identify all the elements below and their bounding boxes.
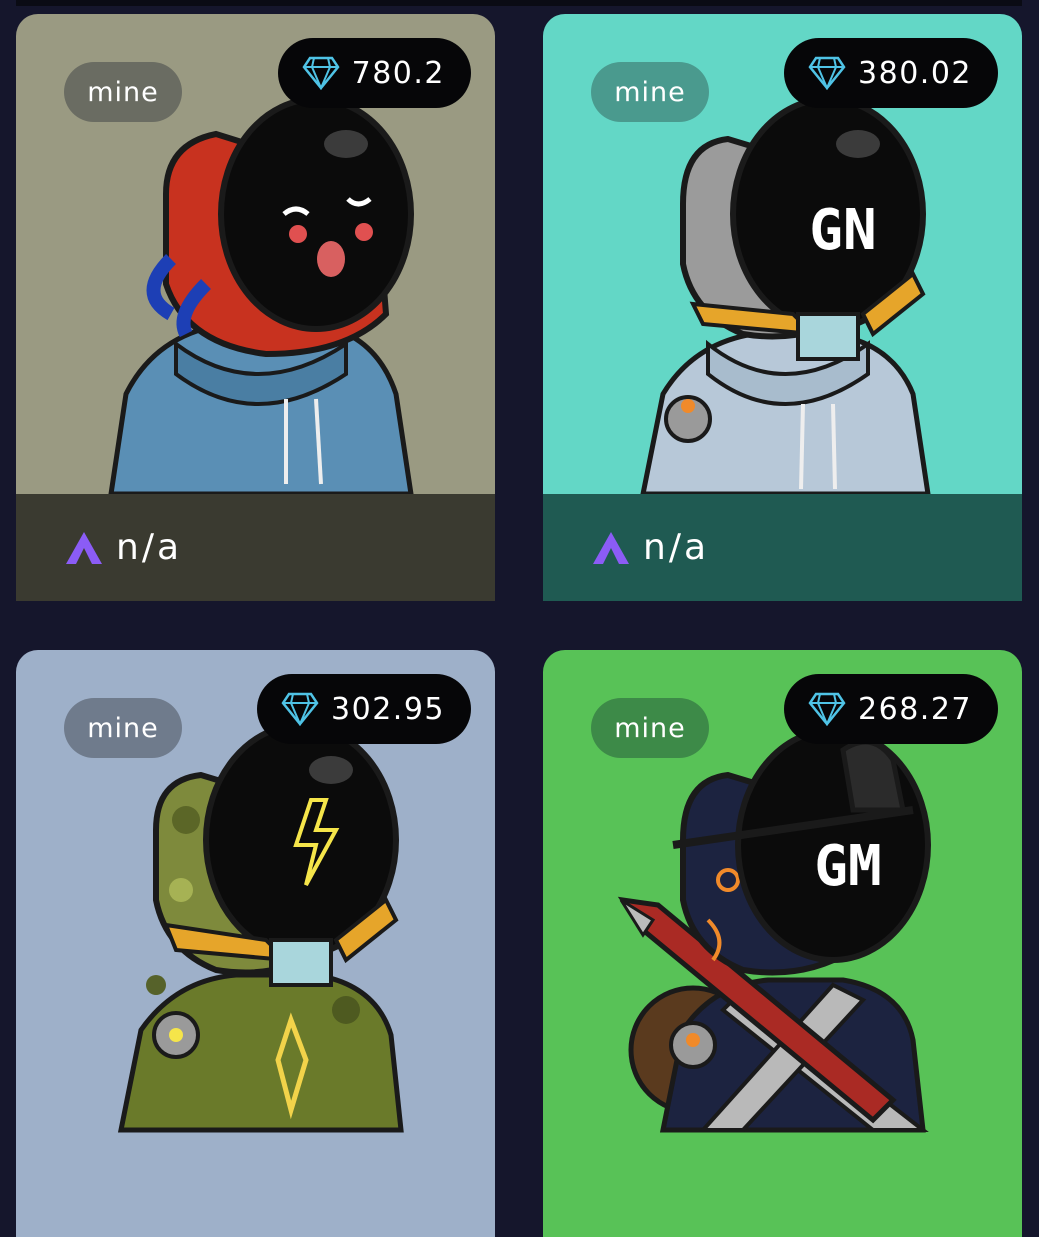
diamond-icon — [808, 692, 846, 726]
price-value: 302.95 — [331, 691, 445, 727]
price-badge: 780.2 — [277, 38, 471, 108]
diamond-icon — [808, 56, 846, 90]
price-badge: 302.95 — [257, 674, 471, 744]
nft-card[interactable]: mine 780.2 n/a — [16, 14, 495, 601]
diamond-icon — [281, 692, 319, 726]
top-bar — [16, 0, 1022, 6]
mine-badge: mine — [64, 62, 182, 122]
mine-badge: mine — [591, 62, 709, 122]
mine-badge: mine — [64, 698, 182, 758]
brand-triangle-icon — [593, 531, 629, 564]
mine-badge: mine — [591, 698, 709, 758]
nft-card[interactable]: GN mine 380.02 n/a — [543, 14, 1022, 601]
face-text: GN — [809, 198, 876, 263]
card-footer: n/a — [543, 494, 1022, 601]
card-footer: n/a — [16, 494, 495, 601]
price-badge: 268.27 — [784, 674, 998, 744]
brand-triangle-icon — [66, 531, 102, 564]
face-text: GM — [814, 834, 881, 899]
diamond-icon — [302, 56, 340, 90]
owner-text: n/a — [116, 527, 183, 568]
price-badge: 380.02 — [784, 38, 998, 108]
price-value: 380.02 — [858, 55, 972, 91]
price-value: 268.27 — [858, 691, 972, 727]
price-value: 780.2 — [351, 55, 445, 91]
owner-text: n/a — [643, 527, 710, 568]
